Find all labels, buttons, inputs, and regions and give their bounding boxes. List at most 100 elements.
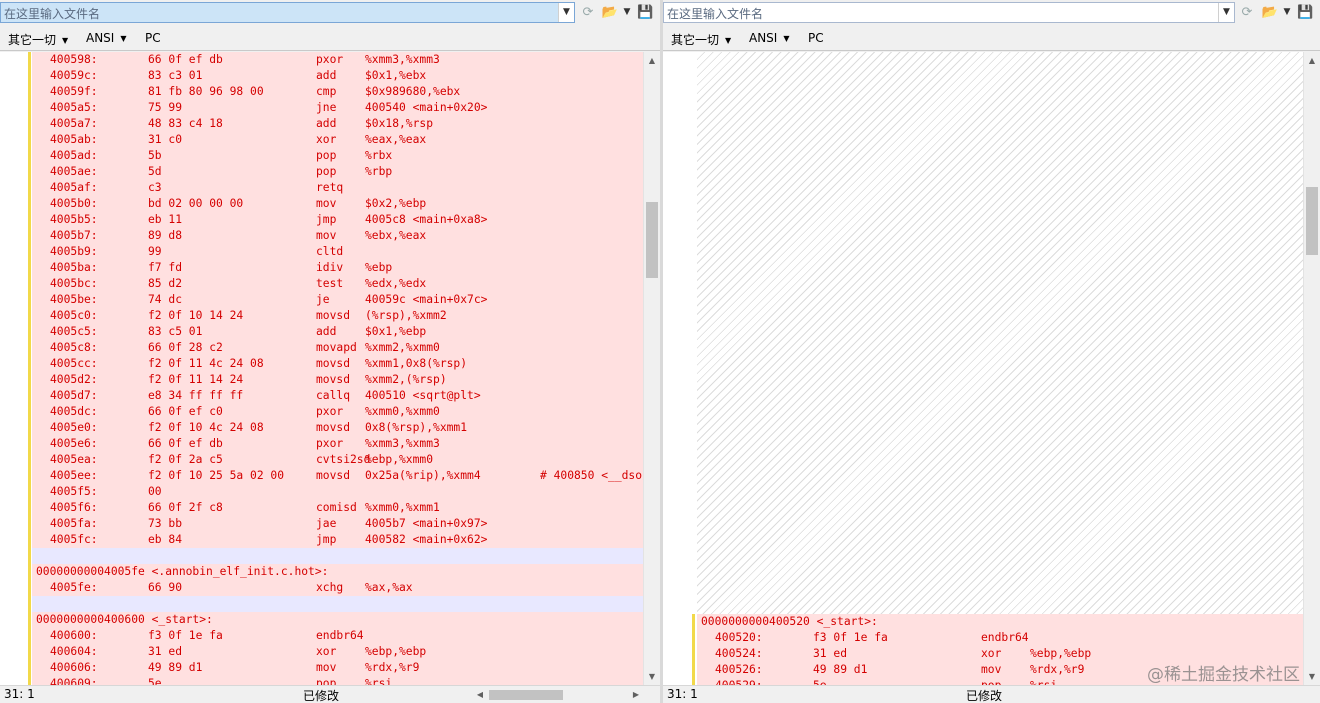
left-compare-pane: 在这里输入文件名 ▼ ⟳ 📂 ▼ 💾 其它一切 ▼ ANSI ▼ PC 400598…: [0, 0, 660, 703]
left-hscroll-thumb[interactable]: [489, 690, 563, 700]
instruction-mnemonic: xchg: [316, 581, 344, 594]
left-editor[interactable]: 400598: 66 0f ef db pxor %xmm3,%xmm3 40059c:…: [0, 52, 643, 685]
scroll-up-icon[interactable]: ▲: [644, 52, 660, 69]
left-encoding-label: ANSI: [86, 31, 115, 45]
scroll-left-icon[interactable]: ◀: [473, 687, 487, 703]
code-line: 4005fa: 73 bb jae 4005b7 <main+0x97>: [32, 516, 643, 532]
left-cursor-position: 31: 1: [4, 687, 35, 701]
instruction-bytes: 48 83 c4 18: [148, 117, 223, 130]
left-vscroll-thumb[interactable]: [646, 202, 658, 278]
scroll-up-icon[interactable]: ▲: [1304, 52, 1320, 69]
instruction-mnemonic: mov: [316, 197, 337, 210]
left-vertical-scrollbar[interactable]: ▲ ▼: [643, 52, 660, 685]
instruction-address: 400529:: [715, 678, 763, 685]
instruction-operands: 0x8(%rsp),%xmm1: [365, 421, 468, 434]
right-encoding-select[interactable]: ANSI ▼: [749, 31, 790, 45]
code-line: 400600: f3 0f 1e fa endbr64: [32, 628, 643, 644]
instruction-bytes: 99: [148, 245, 162, 258]
right-vscroll-thumb[interactable]: [1306, 187, 1318, 255]
instruction-mnemonic: pop: [316, 149, 337, 162]
instruction-operands: %rbx: [365, 149, 393, 162]
instruction-address: 40059f:: [50, 85, 98, 98]
left-refresh-icon[interactable]: ⟳: [579, 3, 597, 22]
instruction-bytes: bd 02 00 00 00: [148, 197, 244, 210]
instruction-operands: %xmm2,%xmm0: [365, 341, 440, 354]
left-modified-status: 已修改: [303, 689, 340, 703]
instruction-mnemonic: idiv: [316, 261, 344, 274]
scroll-down-icon[interactable]: ▼: [1304, 668, 1320, 685]
instruction-operands: 40059c <main+0x7c>: [365, 293, 488, 306]
instruction-bytes: 83 c3 01: [148, 69, 203, 82]
code-line: 4005b0: bd 02 00 00 00 mov $0x2,%ebp: [32, 196, 643, 212]
right-filter-select[interactable]: 其它一切 ▼: [671, 31, 731, 48]
right-filename-input[interactable]: 在这里输入文件名 ▼: [663, 2, 1235, 23]
left-status-bar: 31: 1 已修改 ◀ ▶: [0, 685, 660, 703]
instruction-mnemonic: endbr64: [981, 631, 1029, 644]
instruction-operands: 400540 <main+0x20>: [365, 101, 488, 114]
code-line: 400598: 66 0f ef db pxor %xmm3,%xmm3: [32, 52, 643, 68]
instruction-address: 4005c0:: [50, 309, 98, 322]
instruction-mnemonic: pxor: [316, 437, 344, 450]
instruction-address: 4005ee:: [50, 469, 98, 482]
instruction-bytes: 66 0f 2f c8: [148, 501, 223, 514]
chevron-down-icon: ▼: [725, 36, 732, 45]
left-filter-select[interactable]: 其它一切 ▼: [8, 31, 68, 48]
code-line: 4005be: 74 dc je 40059c <main+0x7c>: [32, 292, 643, 308]
scroll-right-icon[interactable]: ▶: [629, 687, 643, 703]
instruction-bytes: 31 ed: [148, 645, 183, 658]
right-filename-dropdown-icon[interactable]: ▼: [1218, 3, 1234, 22]
instruction-bytes: 31 c0: [148, 133, 183, 146]
instruction-operands: %eax,%eax: [365, 133, 427, 146]
instruction-bytes: 66 0f ef db: [148, 437, 223, 450]
instruction-bytes: 49 89 d1: [813, 663, 868, 676]
instruction-operands: (%rsp),%xmm2: [365, 309, 447, 322]
left-encoding-select[interactable]: ANSI ▼: [86, 31, 127, 45]
right-editor[interactable]: 0000000000400520 <_start>: 400520: f3 0f 1…: [663, 52, 1303, 685]
instruction-operands: $0x989680,%ebx: [365, 85, 461, 98]
code-line: 400520: f3 0f 1e fa endbr64: [697, 630, 1303, 646]
right-encoding-bar: 其它一切 ▼ ANSI ▼ PC: [663, 27, 1320, 51]
code-line: 4005a5: 75 99 jne 400540 <main+0x20>: [32, 100, 643, 116]
left-save-icon[interactable]: 💾: [637, 3, 653, 22]
right-open-dropdown-icon[interactable]: ▼: [1282, 3, 1292, 22]
instruction-bytes: f2 0f 2a c5: [148, 453, 223, 466]
instruction-mnemonic: movsd: [316, 357, 351, 370]
left-lineending-label[interactable]: PC: [145, 31, 161, 45]
instruction-address: 400609:: [50, 677, 98, 685]
instruction-address: 4005e0:: [50, 421, 98, 434]
instruction-mnemonic: mov: [316, 229, 337, 242]
left-filename-dropdown-icon[interactable]: ▼: [558, 3, 574, 22]
instruction-mnemonic: add: [316, 117, 337, 130]
instruction-mnemonic: jne: [316, 101, 337, 114]
scroll-down-icon[interactable]: ▼: [644, 668, 660, 685]
right-lineending-label[interactable]: PC: [808, 31, 824, 45]
right-vertical-scrollbar[interactable]: ▲ ▼: [1303, 52, 1320, 685]
instruction-mnemonic: cmp: [316, 85, 337, 98]
instruction-mnemonic: pxor: [316, 405, 344, 418]
left-filename-input[interactable]: 在这里输入文件名 ▼: [0, 2, 575, 23]
watermark: @稀土掘金技术社区: [1147, 665, 1300, 685]
left-code-lines: 400598: 66 0f ef db pxor %xmm3,%xmm3 40059c:…: [32, 52, 643, 685]
instruction-bytes: c3: [148, 181, 162, 194]
right-refresh-icon[interactable]: ⟳: [1238, 3, 1256, 22]
instruction-bytes: f3 0f 1e fa: [813, 631, 888, 644]
left-file-bar: 在这里输入文件名 ▼ ⟳ 📂 ▼ 💾: [0, 0, 660, 26]
left-open-folder-icon[interactable]: 📂: [599, 3, 621, 22]
instruction-address: 4005d7:: [50, 389, 98, 402]
instruction-bytes: f3 0f 1e fa: [148, 629, 223, 642]
instruction-mnemonic: movsd: [316, 469, 351, 482]
instruction-address: 4005f5:: [50, 485, 98, 498]
right-open-folder-icon[interactable]: 📂: [1259, 3, 1281, 22]
left-filename-placeholder: 在这里输入文件名: [4, 7, 101, 21]
right-save-icon[interactable]: 💾: [1297, 3, 1313, 22]
instruction-operands: %xmm0,%xmm0: [365, 405, 440, 418]
instruction-bytes: 00: [148, 485, 162, 498]
instruction-operands: $0x1,%ebp: [365, 325, 427, 338]
instruction-operands: %ebp: [365, 261, 393, 274]
instruction-operands: %edx,%edx: [365, 277, 427, 290]
instruction-bytes: eb 84: [148, 533, 183, 546]
left-horizontal-scrollbar[interactable]: ◀ ▶: [473, 687, 643, 703]
left-open-dropdown-icon[interactable]: ▼: [622, 3, 632, 22]
instruction-operands: %ebp,%xmm0: [365, 453, 434, 466]
instruction-mnemonic: jmp: [316, 533, 337, 546]
